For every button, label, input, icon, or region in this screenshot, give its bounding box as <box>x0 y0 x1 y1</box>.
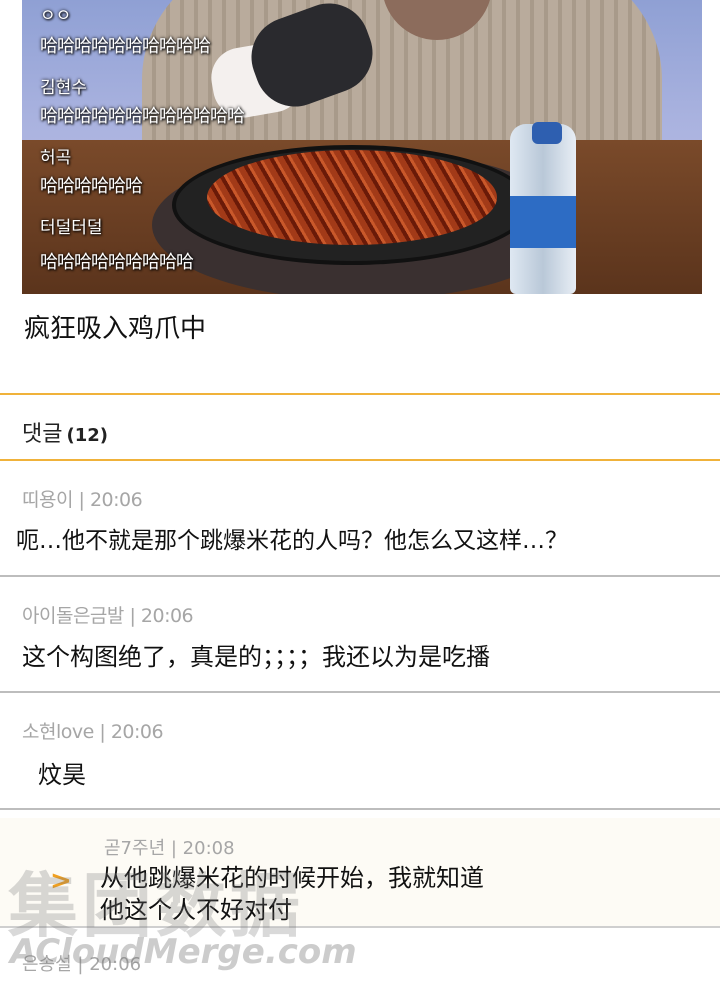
reply-text: 从他跳爆米花的时候开始，我就知道 他这个人不好对付 <box>100 862 484 926</box>
chat-username: 허곡 <box>40 148 72 168</box>
comment-time: 20:06 <box>89 954 142 975</box>
comment-text: 这个构图绝了，真是的；；；；我还以为是吃播 <box>22 643 490 671</box>
chat-username: 터덜터덜 <box>40 218 103 238</box>
water-bottle-label <box>510 196 576 248</box>
chat-username: 김현수 <box>40 78 87 98</box>
meta-separator: | <box>77 954 90 975</box>
comments-header[interactable]: 댓글 (12) <box>22 416 108 448</box>
reply-author[interactable]: 곧7주년 <box>104 838 165 859</box>
reply-time: 20:08 <box>182 838 235 859</box>
section-divider <box>0 393 720 395</box>
meta-separator: | <box>129 605 141 627</box>
comment-time: 20:06 <box>140 605 194 627</box>
comment-author[interactable]: 은송설 <box>22 954 72 975</box>
comment-text: 炆昊 <box>38 761 86 789</box>
chicken-feet-dish <box>207 150 497 245</box>
comment-meta: 띠용이 | 20:06 <box>22 485 143 512</box>
reply-text-line: 他这个人不好对付 <box>100 896 292 924</box>
comment-item[interactable]: 소현love | 20:06 炆昊 <box>0 693 720 810</box>
comments-count: (12) <box>66 425 108 446</box>
comments-label: 댓글 <box>22 422 63 447</box>
stream-caption: 疯狂吸入鸡爪中 <box>24 314 207 344</box>
comment-author[interactable]: 띠용이 <box>22 489 73 511</box>
comment-text: 呃…他不就是那个跳爆米花的人吗？他怎么又这样…？ <box>16 528 568 554</box>
reply-text-line: 从他跳爆米花的时候开始，我就知道 <box>100 864 484 892</box>
chat-message: 哈哈哈哈哈哈哈哈哈哈 <box>40 36 211 57</box>
comment-item[interactable]: 아이돌은금발 | 20:06 这个构图绝了，真是的；；；；我还以为是吃播 <box>0 577 720 693</box>
comment-author[interactable]: 소현love <box>22 721 94 743</box>
chat-message: 哈哈哈哈哈哈 <box>40 176 143 197</box>
chat-message: 哈哈哈哈哈哈哈哈哈哈哈哈 <box>40 106 245 127</box>
meta-separator: | <box>170 838 183 859</box>
meta-separator: | <box>78 489 90 511</box>
reply-item[interactable]: > 곧7주년 | 20:08 从他跳爆米花的时候开始，我就知道 他这个人不好对付 <box>0 818 720 928</box>
comment-time: 20:06 <box>89 489 143 511</box>
water-bottle-cap <box>532 122 562 144</box>
chat-username: ㅇㅇ <box>40 6 72 26</box>
comment-meta: 은송설 | 20:06 <box>22 950 141 976</box>
comment-meta: 아이돌은금발 | 20:06 <box>22 601 194 628</box>
comment-item[interactable]: 띠용이 | 20:06 呃…他不就是那个跳爆米花的人吗？他怎么又这样…？ <box>0 461 720 577</box>
comment-time: 20:06 <box>110 721 164 743</box>
comment-author[interactable]: 아이돌은금발 <box>22 605 124 627</box>
comment-meta: 소현love | 20:06 <box>22 717 164 744</box>
reply-meta: 곧7주년 | 20:08 <box>104 834 235 860</box>
reply-arrow-icon: > <box>50 866 72 896</box>
chat-message: 哈哈哈哈哈哈哈哈哈 <box>40 252 194 273</box>
meta-separator: | <box>99 721 111 743</box>
